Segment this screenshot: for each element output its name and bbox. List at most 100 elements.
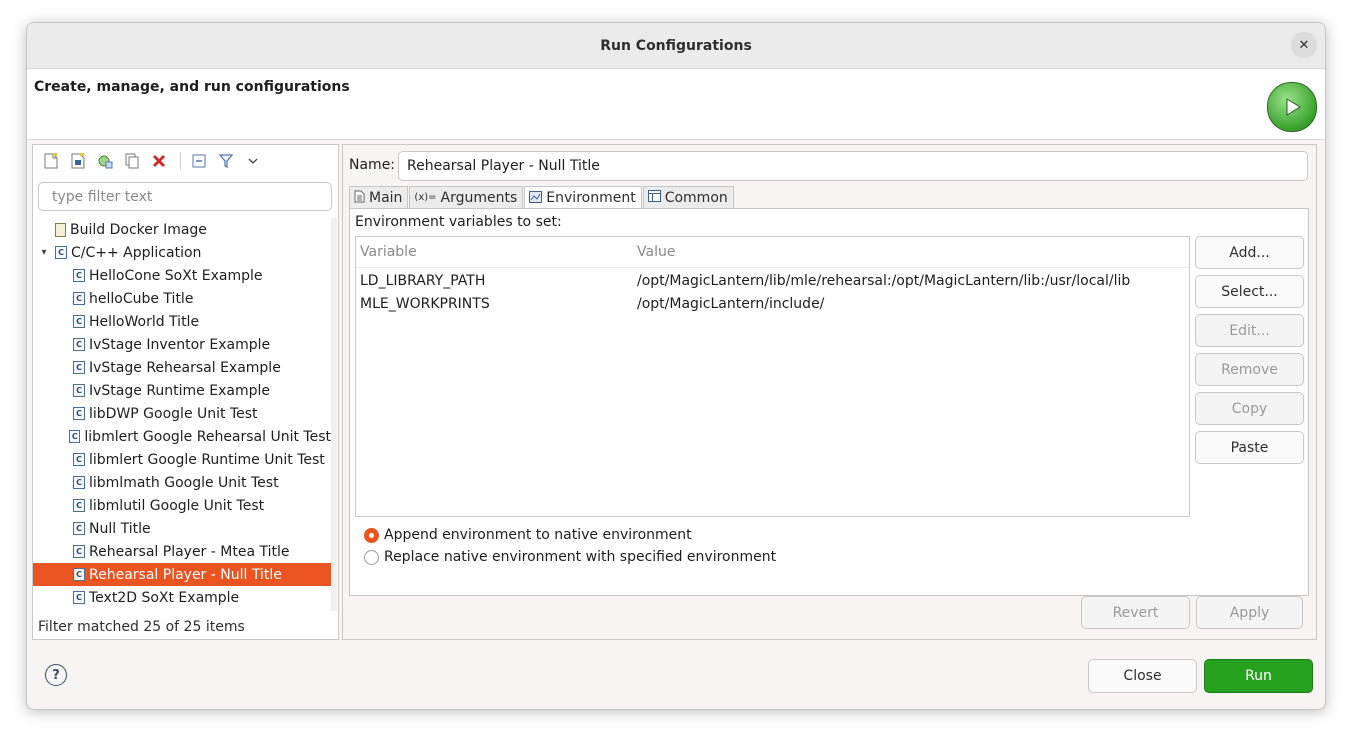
config-toolbar xyxy=(33,145,338,177)
tree-item-config-selected[interactable]: C Rehearsal Player - Null Title xyxy=(33,563,331,586)
tree-item-label: libmlert Google Runtime Unit Test xyxy=(89,451,325,468)
tab-label: Arguments xyxy=(440,189,518,206)
radio-selected[interactable] xyxy=(364,527,379,543)
common-tab-icon xyxy=(647,190,661,205)
view-menu-icon[interactable] xyxy=(241,150,265,172)
tree-item-label: libmlutil Google Unit Test xyxy=(89,497,265,514)
environment-tab-icon xyxy=(529,190,543,206)
new-config-icon[interactable] xyxy=(39,150,63,172)
run-button[interactable]: Run xyxy=(1204,659,1313,693)
remove-button[interactable]: Remove xyxy=(1195,353,1304,386)
header-banner: Create, manage, and run configurations xyxy=(27,69,1325,140)
tree-item-cpp-application[interactable]: ▾ C C/C++ Application xyxy=(33,241,331,264)
table-header: Variable Value xyxy=(356,237,1189,268)
c-config-icon: C xyxy=(73,591,85,604)
tree-item-label: Build Docker Image xyxy=(70,221,207,238)
run-icon xyxy=(1267,82,1317,132)
c-config-icon: C xyxy=(73,499,85,512)
name-label: Name: xyxy=(349,157,396,173)
tree-item-config[interactable]: C libmlmath Google Unit Test xyxy=(33,471,331,494)
tab-arguments[interactable]: (x)= Arguments xyxy=(409,186,524,208)
tree-item-config[interactable]: C helloCube Title xyxy=(33,287,331,310)
column-header-value[interactable]: Value xyxy=(637,244,675,260)
tree-item-config[interactable]: C Null Title xyxy=(33,517,331,540)
tree-item-config[interactable]: C libmlert Google Runtime Unit Test xyxy=(33,448,331,471)
tree-item-label: IvStage Rehearsal Example xyxy=(89,359,281,376)
config-list-pane: Build Docker Image ▾ C C/C++ Application… xyxy=(32,144,339,640)
copy-icon[interactable] xyxy=(120,150,144,172)
config-tabs: Main (x)= Arguments Environment Common xyxy=(349,186,735,209)
c-config-icon: C xyxy=(73,292,85,305)
main-tab-icon xyxy=(354,190,365,206)
add-button[interactable]: Add... xyxy=(1195,236,1304,269)
tree-item-config[interactable]: C HelloWorld Title xyxy=(33,310,331,333)
tree-item-label: Rehearsal Player - Mtea Title xyxy=(89,543,290,560)
tree-scrollbar[interactable] xyxy=(331,218,337,611)
tab-main[interactable]: Main xyxy=(349,186,409,208)
select-button[interactable]: Select... xyxy=(1195,275,1304,308)
tree-item-label: Rehearsal Player - Null Title xyxy=(89,566,282,583)
environment-tab-body: Environment variables to set: Variable V… xyxy=(349,208,1309,596)
table-row[interactable]: MLE_WORKPRINTS /opt/MagicLantern/include… xyxy=(356,293,1189,316)
tab-label: Common xyxy=(664,189,728,206)
banner-heading: Create, manage, and run configurations xyxy=(34,79,350,95)
run-configurations-dialog: Run Configurations ✕ Create, manage, and… xyxy=(26,22,1326,710)
collapse-all-icon[interactable] xyxy=(187,150,211,172)
new-prototype-icon[interactable] xyxy=(66,150,90,172)
edit-button[interactable]: Edit... xyxy=(1195,314,1304,347)
tree-item-config[interactable]: C libDWP Google Unit Test xyxy=(33,402,331,425)
close-button[interactable]: Close xyxy=(1088,659,1197,693)
duplicate-icon[interactable] xyxy=(93,150,117,172)
tab-environment[interactable]: Environment xyxy=(524,186,642,209)
filter-input[interactable] xyxy=(38,182,332,211)
replace-env-label: Replace native environment with specifie… xyxy=(384,549,777,565)
variable-name: MLE_WORKPRINTS xyxy=(360,296,490,312)
tree-item-build-docker-image[interactable]: Build Docker Image xyxy=(33,218,331,241)
c-config-icon: C xyxy=(73,568,85,581)
radio-unselected[interactable] xyxy=(364,549,379,565)
append-env-option[interactable]: Append environment to native environment xyxy=(364,527,692,543)
c-config-icon: C xyxy=(69,430,81,443)
apply-button[interactable]: Apply xyxy=(1196,596,1303,629)
tree-item-label: libDWP Google Unit Test xyxy=(89,405,258,422)
c-config-icon: C xyxy=(73,453,85,466)
env-vars-label: Environment variables to set: xyxy=(355,214,562,230)
c-config-icon: C xyxy=(73,384,85,397)
delete-icon[interactable] xyxy=(147,150,171,172)
tree-item-config[interactable]: C Rehearsal Player - Mtea Title xyxy=(33,540,331,563)
revert-button[interactable]: Revert xyxy=(1081,596,1190,629)
config-editor-pane: Name: Main (x)= Arguments Environment xyxy=(342,144,1317,640)
tree-item-label: libmlmath Google Unit Test xyxy=(89,474,279,491)
table-row[interactable]: LD_LIBRARY_PATH /opt/MagicLantern/lib/ml… xyxy=(356,270,1189,293)
c-config-icon: C xyxy=(73,361,85,374)
column-header-variable[interactable]: Variable xyxy=(360,244,417,260)
append-env-label: Append environment to native environment xyxy=(384,527,692,543)
tree-item-config[interactable]: C Text2D SoXt Example xyxy=(33,586,331,609)
tree-item-config[interactable]: C IvStage Inventor Example xyxy=(33,333,331,356)
tree-item-config[interactable]: C IvStage Runtime Example xyxy=(33,379,331,402)
tree-item-label: HelloCone SoXt Example xyxy=(89,267,263,284)
tree-item-label: HelloWorld Title xyxy=(89,313,200,330)
close-icon[interactable]: ✕ xyxy=(1291,32,1317,58)
tree-item-config[interactable]: C HelloCone SoXt Example xyxy=(33,264,331,287)
filter-status: Filter matched 25 of 25 items xyxy=(38,619,245,635)
tree-item-config[interactable]: C libmlert Google Rehearsal Unit Test xyxy=(33,425,331,448)
tree-item-config[interactable]: C libmlutil Google Unit Test xyxy=(33,494,331,517)
tab-label: Main xyxy=(369,189,403,206)
paste-button[interactable]: Paste xyxy=(1195,431,1304,464)
copy-button[interactable]: Copy xyxy=(1195,392,1304,425)
replace-env-option[interactable]: Replace native environment with specifie… xyxy=(364,549,776,565)
c-application-icon: C xyxy=(55,246,67,259)
name-input[interactable] xyxy=(398,151,1308,181)
tree-item-config[interactable]: C IvStage Rehearsal Example xyxy=(33,356,331,379)
filter-icon[interactable] xyxy=(214,150,238,172)
toolbar-separator xyxy=(180,152,181,170)
help-icon[interactable]: ? xyxy=(45,664,67,686)
variable-name: LD_LIBRARY_PATH xyxy=(360,273,486,289)
tree-item-label: Null Title xyxy=(89,520,151,537)
c-config-icon: C xyxy=(73,476,85,489)
c-config-icon: C xyxy=(73,545,85,558)
chevron-down-icon[interactable]: ▾ xyxy=(37,247,51,258)
launch-group-icon xyxy=(55,222,66,237)
tab-common[interactable]: Common xyxy=(642,186,734,208)
